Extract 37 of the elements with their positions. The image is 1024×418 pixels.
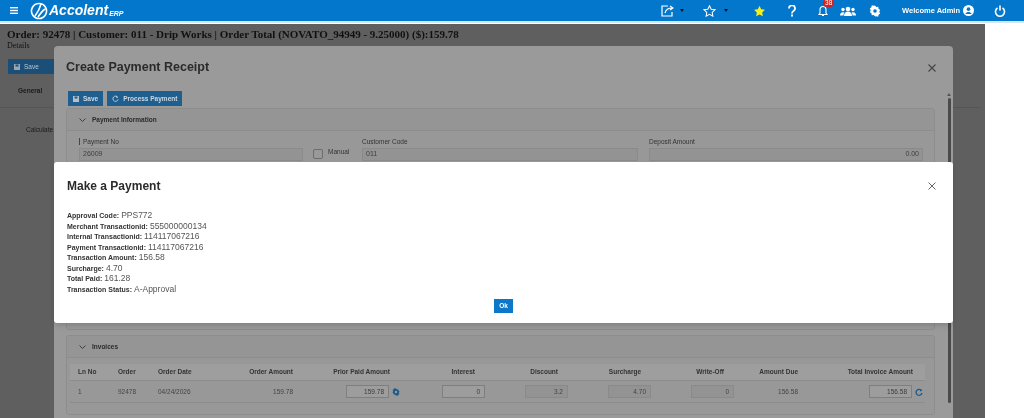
checkbox[interactable] [313,149,323,159]
close-icon[interactable] [928,63,936,72]
field-value: 114117067216 [144,230,200,243]
chevron-down-icon[interactable] [79,344,86,349]
field-value: 4.70 [105,261,123,275]
close-icon[interactable] [928,182,936,190]
field-value: PPS772 [121,209,153,222]
bell-icon[interactable] [818,4,829,17]
field-value: 161.28 [104,273,131,285]
share-icon[interactable] [661,4,675,17]
caret-icon[interactable] [724,9,729,12]
user-avatar-icon[interactable] [963,5,974,16]
power-icon[interactable] [994,4,1006,17]
refresh-icon[interactable] [915,387,923,396]
save-icon [73,95,79,102]
field-value: 555000000134 [149,219,207,233]
field-value: 114117067216 [147,240,204,254]
scroll-up-icon[interactable] [947,93,951,96]
logo-icon [30,1,48,20]
caret-icon[interactable] [680,9,685,12]
chevron-down-icon[interactable] [79,117,86,122]
star-icon[interactable] [703,4,717,17]
field-value: A-Approval [133,282,177,296]
menu-icon[interactable] [10,7,18,14]
page-title: Order: 92478 | Customer: 011 - Drip Works | Order Total (NOVATO_94949 - 9.25000) ($):159.78 [6,27,460,41]
help-icon[interactable] [788,4,797,17]
settings-icon[interactable] [869,4,882,17]
app-name: Accolent [49,3,109,18]
settings-icon[interactable] [392,387,400,396]
save-icon [14,63,20,70]
dialog-title: Create Payment Receipt [66,59,210,77]
refresh-icon [112,95,120,102]
star-icon[interactable] [753,4,767,17]
field-value: 156.58 [138,251,165,264]
users-icon[interactable] [840,5,857,16]
dialog-title: Make a Payment [67,178,161,195]
page-subtitle: Details [6,41,31,50]
